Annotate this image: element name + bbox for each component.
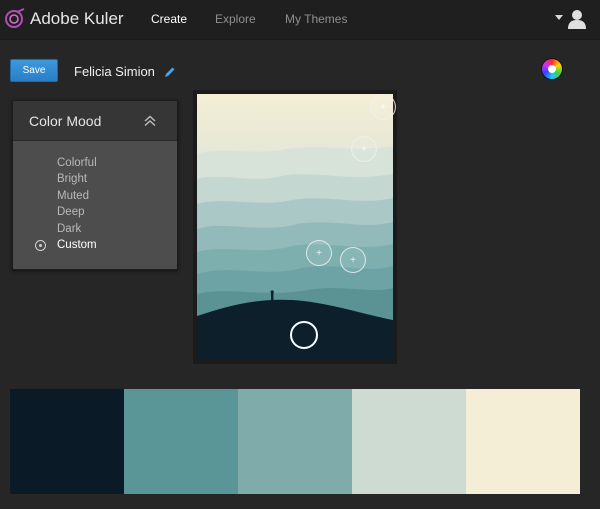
mood-option-custom[interactable]: Custom [13, 237, 177, 253]
nav-explore[interactable]: Explore [215, 12, 256, 26]
color-picker-handle[interactable] [340, 247, 366, 273]
color-mood-list: Colorful Bright Muted Deep Dark Custom [13, 155, 177, 253]
source-image[interactable] [197, 94, 393, 360]
user-icon[interactable] [566, 8, 588, 30]
color-picker-handle-active[interactable] [290, 321, 318, 349]
radio-selected-icon [35, 239, 46, 251]
theme-name[interactable]: Felicia Simion [74, 64, 155, 79]
save-button[interactable]: Save [10, 59, 58, 82]
color-picker-handle[interactable] [351, 136, 377, 162]
app-title[interactable]: Adobe Kuler [30, 9, 124, 29]
mood-option-custom-label: Custom [57, 238, 97, 251]
mood-option-bright[interactable]: Bright [13, 171, 177, 187]
caret-down-icon[interactable] [555, 15, 563, 20]
color-wheel-icon[interactable] [542, 59, 562, 79]
mood-option-dark[interactable]: Dark [13, 221, 177, 237]
mood-option-deep[interactable]: Deep [13, 204, 177, 220]
mood-option-colorful[interactable]: Colorful [13, 155, 177, 171]
color-swatches [10, 389, 580, 494]
color-mood-title: Color Mood [29, 113, 102, 129]
top-bar: Adobe Kuler Create Explore My Themes [0, 0, 600, 40]
swatch-4[interactable] [352, 389, 466, 494]
color-picker-handle[interactable] [306, 240, 332, 266]
swatch-3[interactable] [238, 389, 352, 494]
mood-option-muted[interactable]: Muted [13, 188, 177, 204]
swatch-1[interactable] [10, 389, 124, 494]
nav-my-themes[interactable]: My Themes [285, 12, 347, 26]
pencil-icon[interactable] [164, 66, 176, 78]
source-image-frame [193, 90, 397, 364]
color-picker-handle[interactable] [370, 94, 396, 120]
color-mood-header[interactable]: Color Mood [13, 101, 177, 141]
swatch-2[interactable] [124, 389, 238, 494]
chevron-up-icon[interactable] [143, 115, 157, 127]
swatch-5[interactable] [466, 389, 580, 494]
kuler-logo-icon[interactable] [4, 7, 26, 31]
color-mood-panel: Color Mood Colorful Bright Muted Deep Da… [12, 100, 178, 270]
nav-create[interactable]: Create [151, 12, 187, 26]
